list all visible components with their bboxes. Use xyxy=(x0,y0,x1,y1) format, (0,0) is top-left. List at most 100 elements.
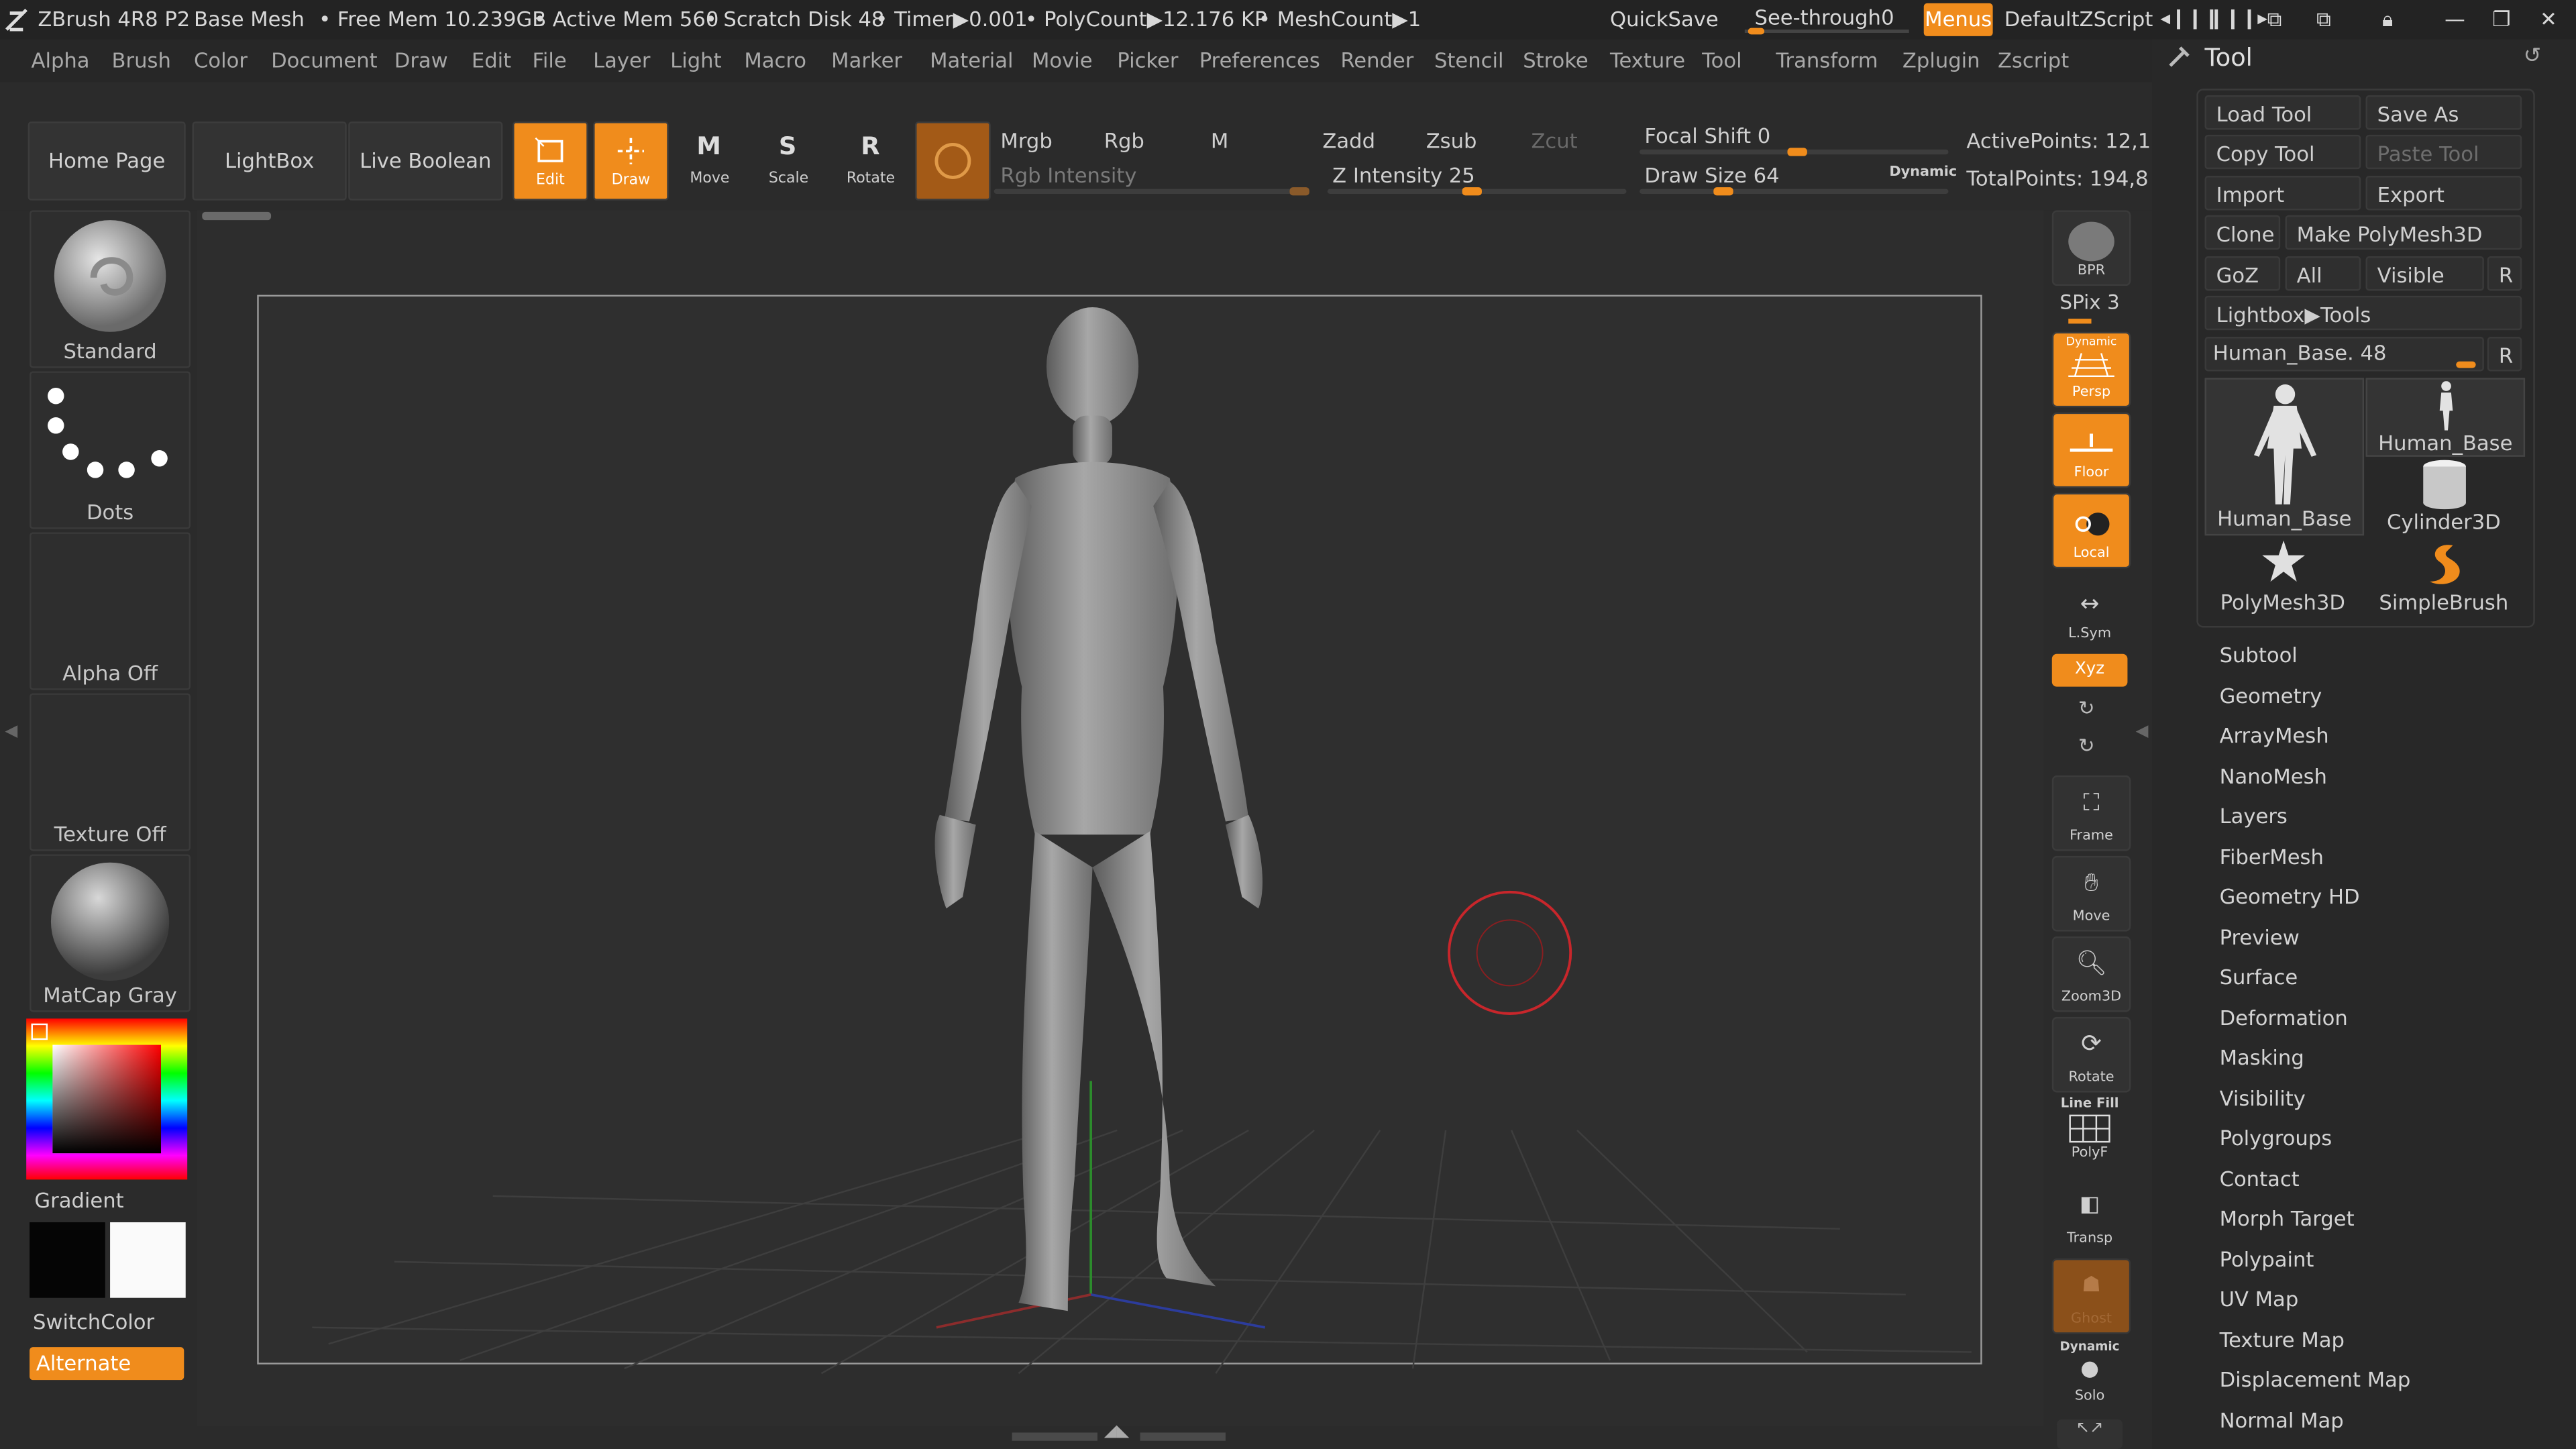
default-zscript-button[interactable]: DefaultZScript xyxy=(2004,7,2153,32)
secondary-color-swatch[interactable] xyxy=(30,1222,105,1298)
menu-stencil[interactable]: Stencil xyxy=(1434,48,1504,72)
document-viewport[interactable] xyxy=(197,210,2044,1426)
menu-zplugin[interactable]: Zplugin xyxy=(1902,48,1980,72)
left-tray-arrow-icon[interactable]: ◀ xyxy=(5,723,17,756)
draw-mode-button[interactable]: Draw xyxy=(593,121,669,201)
quicksave-button[interactable]: QuickSave xyxy=(1610,7,1719,32)
alternate-button[interactable]: Alternate xyxy=(30,1347,184,1381)
menu-brush[interactable]: Brush xyxy=(112,48,171,72)
menu-render[interactable]: Render xyxy=(1340,48,1413,72)
tool-section-morph-target[interactable]: Morph Target xyxy=(2220,1206,2355,1231)
menu-picker[interactable]: Picker xyxy=(1117,48,1178,72)
menu-light[interactable]: Light xyxy=(670,48,721,72)
bottom-tray-arrow-icon[interactable]: ◢◣ xyxy=(1104,1423,1130,1441)
tool-section-polygroups[interactable]: Polygroups xyxy=(2220,1126,2332,1150)
spix-slider[interactable]: SPix 3 xyxy=(2052,290,2128,324)
tool-section-preview[interactable]: Preview xyxy=(2220,924,2300,949)
solo-button[interactable]: Dynamic ● Solo xyxy=(2052,1337,2128,1409)
rotate-mode-button[interactable]: R Rotate xyxy=(835,121,907,197)
polyf-button[interactable]: Line Fill PolyF xyxy=(2052,1094,2128,1167)
live-boolean-button[interactable]: Live Boolean xyxy=(348,121,503,201)
rgb-button[interactable]: Rgb xyxy=(1104,128,1144,153)
tool-section-arraymesh[interactable]: ArrayMesh xyxy=(2220,723,2329,748)
tool-section-displacement-map[interactable]: Displacement Map xyxy=(2220,1367,2411,1392)
tool-section-geometry[interactable]: Geometry xyxy=(2220,683,2322,708)
menu-material[interactable]: Material xyxy=(930,48,1013,72)
palette-refresh-icon[interactable]: ↺ xyxy=(2524,44,2542,69)
goz-r-button[interactable]: R xyxy=(2487,256,2522,291)
load-tool-button[interactable]: Load Tool xyxy=(2204,95,2361,130)
tool-section-normal-map[interactable]: Normal Map xyxy=(2220,1407,2344,1432)
goz-button[interactable]: GoZ xyxy=(2204,256,2281,291)
menu-layer[interactable]: Layer xyxy=(593,48,650,72)
menu-preferences[interactable]: Preferences xyxy=(1199,48,1320,72)
texture-selector[interactable]: Texture Off xyxy=(30,693,191,851)
minimize-icon[interactable]: — xyxy=(2445,7,2465,32)
menu-file[interactable]: File xyxy=(532,48,566,72)
tool-section-subtool[interactable]: Subtool xyxy=(2220,643,2298,667)
lock-icon[interactable]: 🔒︎ xyxy=(2382,7,2393,33)
current-tool-slider[interactable]: Human_Base. 48 xyxy=(2204,337,2484,372)
copy-tool-button[interactable]: Copy Tool xyxy=(2204,134,2361,170)
switch-color-button[interactable]: SwitchColor xyxy=(33,1309,154,1334)
clone-button[interactable]: Clone xyxy=(2204,215,2281,250)
move-mode-button[interactable]: M Move xyxy=(674,121,746,197)
restore-icon[interactable]: ❐ xyxy=(2492,7,2510,32)
import-button[interactable]: Import xyxy=(2204,176,2361,211)
rgb-intensity-slider[interactable]: Rgb Intensity xyxy=(994,161,1313,196)
see-through-slider[interactable]: See-through 0 xyxy=(1744,3,1909,35)
scale-mode-button[interactable]: S Scale xyxy=(753,121,825,197)
make-polymesh-button[interactable]: Make PolyMesh3D xyxy=(2285,215,2522,250)
stroke-selector[interactable]: Dots xyxy=(30,371,191,529)
home-page-button[interactable]: Home Page xyxy=(28,121,186,201)
close-icon[interactable]: ✕ xyxy=(2540,7,2557,32)
focal-shift-slider[interactable]: Focal Shift 0 xyxy=(1640,121,1951,156)
alpha-selector[interactable]: Alpha Off xyxy=(30,532,191,690)
menu-tool[interactable]: Tool xyxy=(1702,48,1741,72)
paste-tool-button[interactable]: Paste Tool xyxy=(2365,134,2522,170)
transp-button[interactable]: ◧ Transp xyxy=(2052,1179,2128,1252)
bottom-tray-handle[interactable]: ◢◣ xyxy=(1012,1423,1229,1443)
current-tool-r-button[interactable]: R xyxy=(2487,337,2522,372)
z-intensity-slider[interactable]: Z Intensity 25 xyxy=(1327,161,1630,196)
menu-texture[interactable]: Texture xyxy=(1610,48,1685,72)
tool-section-visibility[interactable]: Visibility xyxy=(2220,1085,2306,1110)
menu-color[interactable]: Color xyxy=(194,48,248,72)
tool-section-layers[interactable]: Layers xyxy=(2220,804,2288,828)
tool-section-nanomesh[interactable]: NanoMesh xyxy=(2220,763,2327,788)
zadd-button[interactable]: Zadd xyxy=(1322,128,1375,153)
tool-section-uv-map[interactable]: UV Map xyxy=(2220,1287,2299,1311)
menu-document[interactable]: Document xyxy=(271,48,378,72)
save-as-button[interactable]: Save As xyxy=(2365,95,2522,130)
m-button[interactable]: M xyxy=(1211,128,1228,153)
menu-zscript[interactable]: Zscript xyxy=(1998,48,2069,72)
bpr-button[interactable]: BPR xyxy=(2051,210,2131,286)
tool-thumb-polymesh3d[interactable]: PolyMesh3D xyxy=(2205,539,2361,614)
menu-draw[interactable]: Draw xyxy=(394,48,448,72)
tool-thumb-human-base-large[interactable]: Human_Base xyxy=(2204,378,2365,536)
menu-movie[interactable]: Movie xyxy=(1032,48,1093,72)
menu-alpha[interactable]: Alpha xyxy=(32,48,90,72)
menus-button[interactable]: Menus xyxy=(1923,3,1993,36)
menu-transform[interactable]: Transform xyxy=(1776,48,1878,72)
menu-stroke[interactable]: Stroke xyxy=(1523,48,1589,72)
lightbox-tools-button[interactable]: Lightbox▶Tools xyxy=(2204,295,2522,331)
tool-thumb-simplebrush[interactable]: SimpleBrush xyxy=(2366,539,2522,614)
tool-section-texture-map[interactable]: Texture Map xyxy=(2220,1327,2345,1352)
tool-section-contact[interactable]: Contact xyxy=(2220,1166,2300,1191)
frame-button[interactable]: ⛶ Frame xyxy=(2051,775,2131,851)
goz-all-button[interactable]: All xyxy=(2285,256,2361,291)
tool-section-surface[interactable]: Surface xyxy=(2220,965,2298,989)
move-view-button[interactable]: ✋︎ Move xyxy=(2051,855,2131,932)
goz-visible-button[interactable]: Visible xyxy=(2365,256,2484,291)
zcut-button[interactable]: Zcut xyxy=(1531,128,1577,153)
tool-section-deformation[interactable]: Deformation xyxy=(2220,1005,2348,1030)
expand-button[interactable]: ↖↗ xyxy=(2057,1419,2123,1449)
tool-thumb-human-base-small[interactable]: Human_Base xyxy=(2365,378,2526,457)
edit-mode-button[interactable]: Edit xyxy=(513,121,588,201)
palette-right-icon[interactable]: ❙❙❙▸ xyxy=(2208,7,2267,30)
zsub-button[interactable]: Zsub xyxy=(1426,128,1477,153)
material-sphere-button[interactable] xyxy=(915,121,991,201)
floor-button[interactable]: Floor xyxy=(2051,412,2131,488)
zoom3d-button[interactable]: 🔍︎ Zoom3D xyxy=(2051,936,2131,1012)
